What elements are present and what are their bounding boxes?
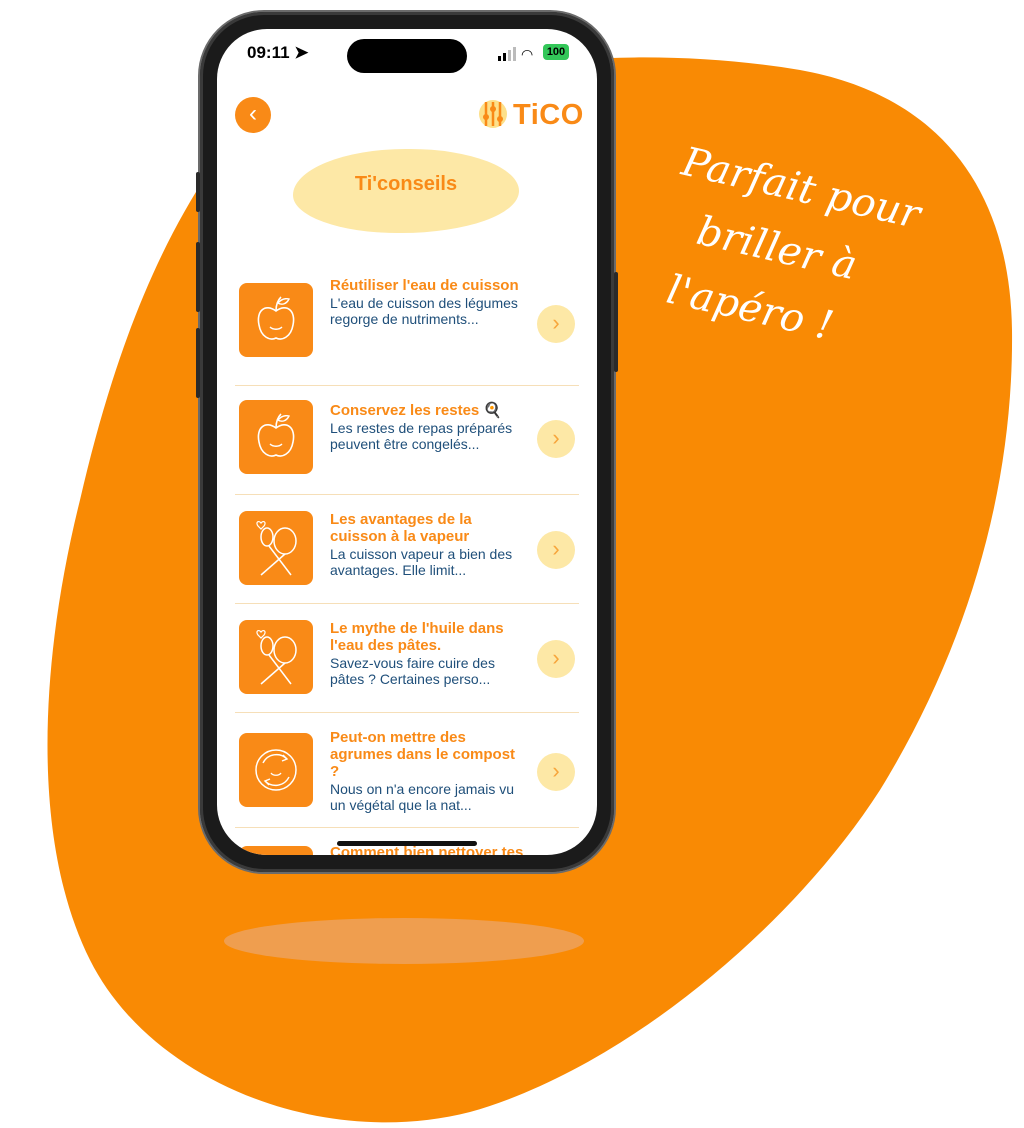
tip-description: Nous on n'a encore jamais vu un végétal … [330,781,514,813]
tip-title: Réutiliser l'eau de cuisson [330,277,519,294]
list-item[interactable]: Les avantages de la cuisson à la vapeur … [235,495,579,604]
tip-title: Peut-on mettre des agrumes dans le compo… [330,729,516,780]
dynamic-island [347,39,467,73]
app-screen: 09:11 ➤ ◠ 100 ‹ TiCO Ti'conseils Réutili… [217,29,597,855]
list-item[interactable]: Peut-on mettre des agrumes dans le compo… [235,713,579,828]
status-time: 09:11 ➤ [247,43,309,62]
chevron-left-icon: ‹ [249,100,257,127]
logo-text: TiCO [513,99,584,131]
phone-frame: 09:11 ➤ ◠ 100 ‹ TiCO Ti'conseils Réutili… [196,12,618,872]
volume-up-button [196,242,200,312]
chevron-right-icon: › [552,645,560,670]
open-tip-button[interactable]: › [537,531,575,569]
tip-title: Le mythe de l'huile dans l'eau des pâtes… [330,620,504,654]
open-tip-button[interactable]: › [537,753,575,791]
utensils-icon [239,620,313,694]
list-item[interactable]: Le mythe de l'huile dans l'eau des pâtes… [235,604,579,713]
page-title: Ti'conseils [354,173,458,195]
open-tip-button[interactable]: › [537,420,575,458]
tip-title: Les avantages de la cuisson à la vapeur [330,511,472,545]
home-indicator[interactable] [337,841,477,846]
open-tip-button[interactable]: › [537,305,575,343]
apple-icon [239,283,313,357]
list-item-text: Conservez les restes 🍳 Les restes de rep… [330,402,528,452]
tip-description: L'eau de cuisson des légumes regorge de … [330,295,518,327]
chevron-right-icon: › [552,758,560,783]
battery-icon: 100 [543,44,569,60]
utensils-icon [239,511,313,585]
chevron-right-icon: › [552,425,560,450]
recycle-icon [239,733,313,807]
apple-icon [239,400,313,474]
logo-mark-icon [479,100,507,128]
signal-icon [498,47,516,61]
tip-description: Savez-vous faire cuire des pâtes ? Certa… [330,655,495,687]
phone-shadow [224,918,584,964]
back-button[interactable]: ‹ [235,97,271,133]
volume-down-button [196,328,200,398]
tips-list: Réutiliser l'eau de cuisson L'eau de cui… [235,277,579,855]
status-bar: 09:11 ➤ ◠ 100 [217,29,597,79]
open-tip-button[interactable]: › [537,640,575,678]
app-logo: TiCO [479,97,589,131]
chevron-right-icon: › [552,310,560,335]
tip-description: Les restes de repas préparés peuvent êtr… [330,420,513,452]
list-item-text: Peut-on mettre des agrumes dans le compo… [330,729,528,813]
side-button [196,172,200,212]
tip-description: La cuisson vapeur a bien des avantages. … [330,546,513,578]
list-item[interactable]: Conservez les restes 🍳 Les restes de rep… [235,386,579,495]
list-item-text: Le mythe de l'huile dans l'eau des pâtes… [330,620,528,687]
list-item[interactable]: Réutiliser l'eau de cuisson L'eau de cui… [235,277,579,386]
power-button [614,272,618,372]
list-item-text: Réutiliser l'eau de cuisson L'eau de cui… [330,277,528,327]
chevron-right-icon: › [552,536,560,561]
list-item-text: Les avantages de la cuisson à la vapeur … [330,511,528,578]
tip-title: Conservez les restes 🍳 [330,402,503,419]
recycle-icon [239,846,313,855]
wifi-icon: ◠ [521,46,534,62]
